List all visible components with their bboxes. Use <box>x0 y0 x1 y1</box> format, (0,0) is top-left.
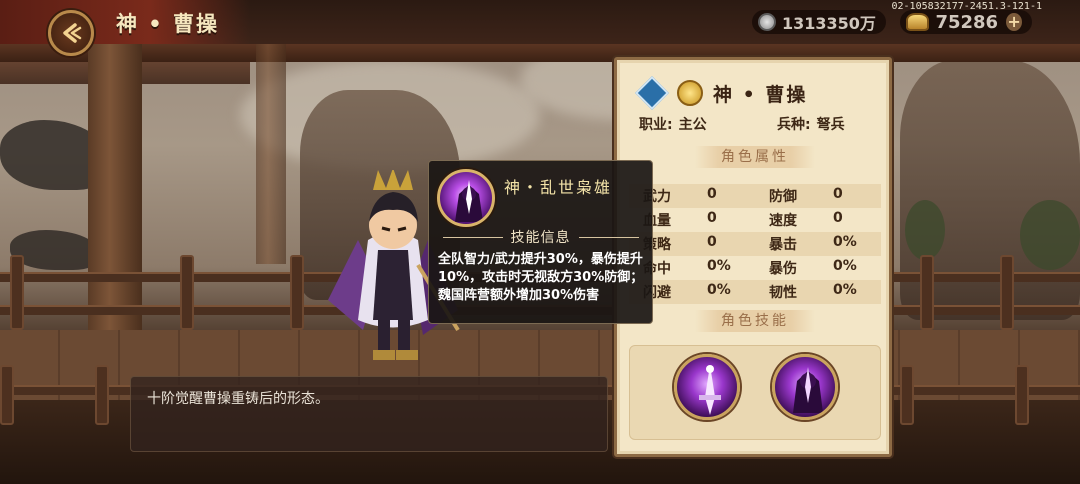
attribute-value: 0 <box>707 210 717 226</box>
rank-diamond-icon <box>635 76 669 110</box>
fence-post <box>1015 365 1029 425</box>
divider <box>442 236 503 238</box>
page-title: 神 • 曹操 <box>116 12 220 36</box>
wooden-pillar <box>256 44 286 264</box>
attribute-value: 0% <box>833 258 857 274</box>
attributes-title: 角色属性 <box>695 146 815 168</box>
attribute-value: 0 <box>707 186 717 202</box>
hero-description: 十阶觉醒曹操重铸后的形态。 <box>147 391 329 407</box>
back-arrow-icon <box>63 23 82 43</box>
attribute-name: 暴伤 <box>769 261 797 277</box>
attribute-value: 0 <box>707 234 717 250</box>
attribute-value: 0 <box>833 186 843 202</box>
fence-post <box>920 255 934 330</box>
gold-amount: 75286 <box>935 11 999 33</box>
plus-icon[interactable]: + <box>1006 13 1022 31</box>
hero-name-row: 神 • 曹操 <box>635 76 808 110</box>
attribute-table: 武力 0 防御 0 血量 0 速度 0 策略 0 暴击 0% 命中 0% 暴伤 0% 闪避 0% … <box>629 184 881 304</box>
skills-title: 角色技能 <box>695 310 815 332</box>
tooltip-section-header: 技能信息 <box>429 227 652 247</box>
attribute-row: 血量 0 速度 0 <box>629 208 881 232</box>
gold-ingot-icon <box>906 13 930 31</box>
faction-seal-icon <box>677 80 703 106</box>
shrub <box>1020 200 1080 270</box>
fence-post <box>95 365 109 425</box>
warlord-skill-icon <box>455 180 483 222</box>
roof-beam <box>0 44 1080 62</box>
silver-amount: 1313350万 <box>782 14 876 33</box>
hero-troop: 兵种: 弩兵 <box>777 114 845 134</box>
fence-post <box>290 255 304 330</box>
attribute-value: 0% <box>833 234 857 250</box>
rank-badge <box>635 76 669 110</box>
attribute-name: 防御 <box>769 189 797 205</box>
hero-name: 神 • 曹操 <box>713 83 808 106</box>
fence-post <box>0 365 14 425</box>
attribute-row: 闪避 0% 韧性 0% <box>629 280 881 304</box>
tooltip-skill-name: 神・乱世枭雄 <box>504 178 613 197</box>
gold-currency: 75286 + <box>900 10 1032 34</box>
class-value: 主公 <box>678 117 707 133</box>
fence-post <box>10 255 24 330</box>
attribute-value: 0 <box>833 210 843 226</box>
skills-box <box>629 345 881 440</box>
silver-currency: 1313350万 <box>752 10 886 34</box>
hero-class: 职业: 主公 <box>639 114 707 134</box>
skill-slot-2[interactable] <box>772 354 838 420</box>
attribute-name: 速度 <box>769 213 797 229</box>
silver-coin-icon <box>758 13 776 31</box>
attribute-name: 暴击 <box>769 237 797 253</box>
warlord-skill-icon <box>793 367 823 413</box>
attribute-name: 韧性 <box>769 285 797 301</box>
attribute-row: 武力 0 防御 0 <box>629 184 881 208</box>
tooltip-skill-icon <box>437 169 495 227</box>
hero-description-box: 十阶觉醒曹操重铸后的形态。 <box>130 376 608 452</box>
fence-post <box>900 365 914 425</box>
attribute-value: 0% <box>707 258 731 274</box>
sword-skill-icon <box>699 365 721 415</box>
top-bar: 神 • 曹操 1313350万 75286 + 02-105832177-245… <box>0 0 1080 44</box>
troop-label: 兵种: <box>777 117 811 133</box>
shrub <box>905 200 945 260</box>
fence-post <box>1000 255 1014 330</box>
skill-tooltip: 神・乱世枭雄 技能信息 全队智力/武力提升30%，暴伤提升10%，攻击时无视敌方… <box>428 160 653 324</box>
build-id: 02-105832177-2451.3-121-1 <box>891 1 1042 12</box>
attribute-row: 策略 0 暴击 0% <box>629 232 881 256</box>
back-button[interactable] <box>48 10 94 56</box>
skill-slot-1[interactable] <box>674 354 740 420</box>
hero-info-panel: 神 • 曹操 职业: 主公 兵种: 弩兵 角色属性 武力 0 防御 0 血量 0 速度 0 … <box>614 57 892 457</box>
divider <box>578 236 639 238</box>
attribute-row: 命中 0% 暴伤 0% <box>629 256 881 280</box>
tooltip-skill-description: 全队智力/武力提升30%，暴伤提升10%，攻击时无视敌方30%防御；魏国阵营额外… <box>438 252 644 303</box>
attribute-value: 0% <box>707 282 731 298</box>
class-label: 职业: <box>639 117 673 133</box>
troop-value: 弩兵 <box>816 117 845 133</box>
fence-post <box>180 255 194 330</box>
tooltip-section-label: 技能信息 <box>510 230 571 246</box>
attribute-value: 0% <box>833 282 857 298</box>
